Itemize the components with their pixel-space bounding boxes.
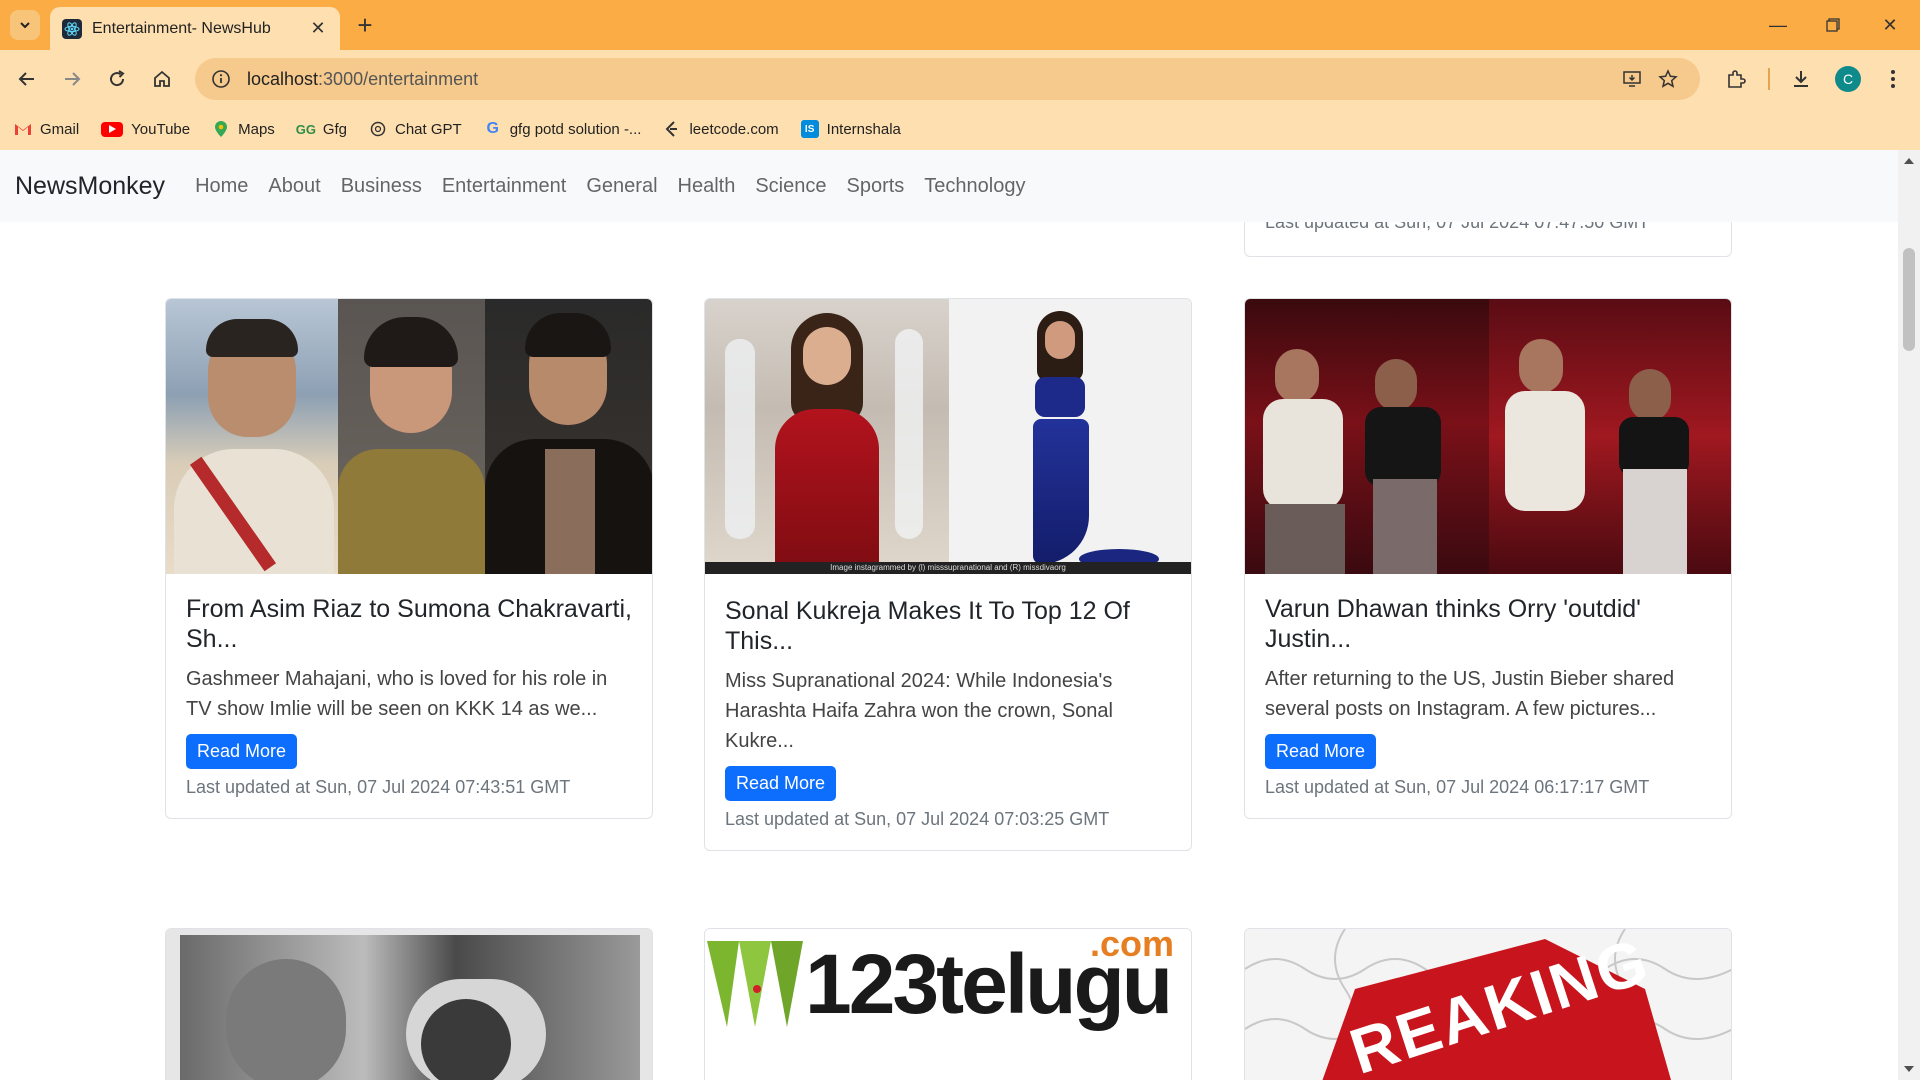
bookmark-gmail[interactable]: Gmail <box>14 120 79 138</box>
card-title: Varun Dhawan thinks Orry 'outdid' Justin… <box>1265 595 1641 653</box>
nav-link-general[interactable]: General <box>586 175 657 198</box>
nav-link-technology[interactable]: Technology <box>924 175 1025 198</box>
tab-title: Entertainment- NewsHub <box>92 19 271 37</box>
card-title: From Asim Riaz to Sumona Chakravarti, Sh… <box>186 595 632 653</box>
forward-arrow-icon[interactable] <box>55 62 89 96</box>
browser-tab-active[interactable]: Entertainment- NewsHub ✕ <box>50 7 340 50</box>
tab-close-icon[interactable]: ✕ <box>308 18 328 39</box>
card-description: Gashmeer Mahajani, who is loved for his … <box>186 668 608 720</box>
bookmark-star-icon[interactable] <box>1651 58 1685 100</box>
news-card: Image instagrammed by (l) misssupranatio… <box>704 298 1192 851</box>
home-icon[interactable] <box>145 62 179 96</box>
maps-icon <box>212 120 230 138</box>
downloads-icon[interactable] <box>1784 62 1818 96</box>
back-arrow-icon[interactable] <box>10 62 44 96</box>
menu-kebab-icon[interactable] <box>1876 62 1910 96</box>
nav-link-about[interactable]: About <box>268 175 320 198</box>
minimize-icon[interactable]: — <box>1758 10 1798 40</box>
telugu-logo-sup: .com <box>1090 929 1175 964</box>
leetcode-icon <box>663 120 681 138</box>
new-tab-button[interactable]: + <box>352 10 378 40</box>
read-more-button[interactable]: Read More <box>1265 734 1377 769</box>
address-bar[interactable]: localhost:3000/entertainment <box>195 58 1700 100</box>
url-text: localhost:3000/entertainment <box>247 68 479 89</box>
reload-icon[interactable] <box>100 62 134 96</box>
news-card: Varun Dhawan thinks Orry 'outdid' Justin… <box>1244 298 1732 819</box>
card-title: Sonal Kukreja Makes It To Top 12 Of This… <box>725 597 1130 655</box>
scroll-up-arrow-icon[interactable] <box>1904 158 1914 164</box>
install-app-icon[interactable] <box>1615 58 1649 100</box>
nav-link-sports[interactable]: Sports <box>846 175 904 198</box>
card-updated-time: Last updated at Sun, 07 Jul 2024 06:17:1… <box>1265 777 1650 797</box>
bookmark-leetcode[interactable]: leetcode.com <box>663 120 779 138</box>
chevron-down-icon <box>20 22 30 29</box>
card-image: Image instagrammed by (l) misssupranatio… <box>705 299 1191 574</box>
card-image <box>166 929 652 1080</box>
bookmark-maps[interactable]: Maps <box>212 120 275 138</box>
bookmark-chatgpt[interactable]: Chat GPT <box>369 120 462 138</box>
scrollbar-thumb[interactable] <box>1903 248 1915 351</box>
card-updated-time: Last updated at Sun, 07 Jul 2024 07:43:5… <box>186 777 571 797</box>
browser-toolbar: localhost:3000/entertainment C <box>0 50 1920 108</box>
site-navbar: NewsMonkey Home About Business Entertain… <box>0 150 1898 222</box>
nav-link-entertainment[interactable]: Entertainment <box>442 175 567 198</box>
nav-link-business[interactable]: Business <box>341 175 422 198</box>
card-image <box>1245 299 1731 574</box>
toolbar-separator <box>1768 68 1770 90</box>
news-card: From Asim Riaz to Sumona Chakravarti, Sh… <box>165 298 653 819</box>
profile-avatar[interactable]: C <box>1831 62 1865 96</box>
youtube-icon <box>101 121 124 137</box>
news-card <box>165 928 653 1080</box>
bookmark-internshala[interactable]: IS Internshala <box>800 120 901 138</box>
scroll-down-arrow-icon[interactable] <box>1904 1066 1914 1072</box>
card-updated-time: Last updated at Sun, 07 Jul 2024 07:03:2… <box>725 809 1110 829</box>
card-description: After returning to the US, Justin Bieber… <box>1265 668 1675 720</box>
bookmark-youtube[interactable]: YouTube <box>101 121 190 138</box>
close-window-icon[interactable]: ✕ <box>1870 10 1910 40</box>
bookmarks-bar: Gmail YouTube Maps GG Gfg Chat GPT G gfg… <box>0 108 1920 150</box>
tab-search-button[interactable] <box>10 10 40 40</box>
card-body: From Asim Riaz to Sumona Chakravarti, Sh… <box>166 574 652 818</box>
card-image <box>166 299 652 574</box>
gfg-icon: GG <box>295 121 316 137</box>
card-body: Sonal Kukreja Makes It To Top 12 Of This… <box>705 574 1191 850</box>
page-viewport: NewsMonkey Home About Business Entertain… <box>0 150 1898 1080</box>
site-info-icon[interactable] <box>207 65 235 93</box>
news-card: REAKING <box>1244 928 1732 1080</box>
card-description: Miss Supranational 2024: While Indonesia… <box>725 670 1113 752</box>
google-icon: G <box>486 120 499 137</box>
nav-link-health[interactable]: Health <box>678 175 736 198</box>
browser-tab-bar: Entertainment- NewsHub ✕ + — ✕ <box>0 0 1920 50</box>
chatgpt-icon <box>369 120 387 138</box>
bookmark-gfg-potd[interactable]: G gfg potd solution -... <box>484 120 641 138</box>
card-image: 123telugu .com <box>705 929 1191 1080</box>
image-caption: Image instagrammed by (l) misssupranatio… <box>705 562 1191 574</box>
read-more-button[interactable]: Read More <box>725 766 837 801</box>
brand-logo[interactable]: NewsMonkey <box>15 172 165 201</box>
nav-link-science[interactable]: Science <box>755 175 826 198</box>
nav-link-home[interactable]: Home <box>195 175 248 198</box>
gmail-icon <box>14 120 32 138</box>
internshala-icon: IS <box>800 120 819 138</box>
card-body: Varun Dhawan thinks Orry 'outdid' Justin… <box>1245 574 1731 818</box>
extensions-icon[interactable] <box>1719 62 1753 96</box>
card-image: REAKING <box>1245 929 1731 1080</box>
bookmark-gfg[interactable]: GG Gfg <box>295 120 347 138</box>
react-icon <box>62 18 82 39</box>
page-scrollbar[interactable] <box>1898 150 1920 1080</box>
news-card: 123telugu .com <box>704 928 1192 1080</box>
restore-icon[interactable] <box>1813 10 1853 40</box>
read-more-button[interactable]: Read More <box>186 734 298 769</box>
